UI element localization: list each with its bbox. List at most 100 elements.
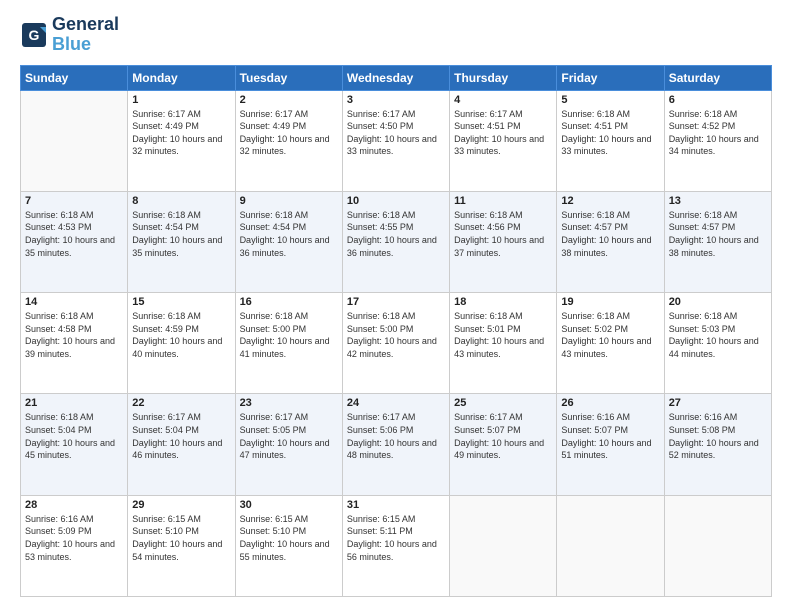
calendar-cell: 10Sunrise: 6:18 AM Sunset: 4:55 PM Dayli…	[342, 191, 449, 292]
day-number: 27	[669, 397, 767, 409]
calendar-cell: 8 Sunrise: 6:18 AM Sunset: 4:54 PM Daylig…	[128, 191, 235, 292]
calendar-cell: 3Sunrise: 6:17 AM Sunset: 4:50 PM Daylig…	[342, 90, 449, 191]
calendar-cell: 5Sunrise: 6:18 AM Sunset: 4:51 PM Daylig…	[557, 90, 664, 191]
day-info: Sunrise: 6:18 AM Sunset: 4:52 PM Dayligh…	[669, 108, 767, 158]
calendar-cell	[664, 495, 771, 596]
calendar-cell: 1 Sunrise: 6:17 AM Sunset: 4:49 PM Daylig…	[128, 90, 235, 191]
calendar-header-row: SundayMondayTuesdayWednesdayThursdayFrid…	[21, 65, 772, 90]
header: G GeneralBlue	[20, 15, 772, 55]
calendar-cell: 29 Sunrise: 6:15 AM Sunset: 5:10 PM Dayli…	[128, 495, 235, 596]
calendar-cell: 22Sunrise: 6:17 AM Sunset: 5:04 PM Dayli…	[128, 394, 235, 495]
day-info: Sunrise: 6:18 AM Sunset: 4:57 PM Dayligh…	[669, 209, 767, 259]
calendar-cell: 27 Sunrise: 6:16 AM Sunset: 5:08 PM Dayli…	[664, 394, 771, 495]
day-number: 4	[454, 94, 552, 106]
calendar-week-row: 28 Sunrise: 6:16 AM Sunset: 5:09 PM Dayli…	[21, 495, 772, 596]
calendar-cell: 4Sunrise: 6:17 AM Sunset: 4:51 PM Daylig…	[450, 90, 557, 191]
day-number: 10	[347, 195, 445, 207]
calendar-cell	[450, 495, 557, 596]
calendar-cell: 16 Sunrise: 6:18 AM Sunset: 5:00 PM Dayli…	[235, 293, 342, 394]
calendar-cell: 20 Sunrise: 6:18 AM Sunset: 5:03 PM Dayli…	[664, 293, 771, 394]
day-info: Sunrise: 6:17 AM Sunset: 5:06 PM Dayligh…	[347, 411, 445, 461]
day-number: 14	[25, 296, 123, 308]
calendar-week-row: 1 Sunrise: 6:17 AM Sunset: 4:49 PM Daylig…	[21, 90, 772, 191]
calendar-cell: 11 Sunrise: 6:18 AM Sunset: 4:56 PM Dayli…	[450, 191, 557, 292]
day-info: Sunrise: 6:16 AM Sunset: 5:08 PM Dayligh…	[669, 411, 767, 461]
weekday-header: Wednesday	[342, 65, 449, 90]
day-number: 31	[347, 499, 445, 511]
day-info: Sunrise: 6:17 AM Sunset: 5:07 PM Dayligh…	[454, 411, 552, 461]
calendar-cell: 6Sunrise: 6:18 AM Sunset: 4:52 PM Daylig…	[664, 90, 771, 191]
logo: G GeneralBlue	[20, 15, 119, 55]
calendar-week-row: 21 Sunrise: 6:18 AM Sunset: 5:04 PM Dayli…	[21, 394, 772, 495]
day-info: Sunrise: 6:17 AM Sunset: 4:49 PM Dayligh…	[132, 108, 230, 158]
day-info: Sunrise: 6:18 AM Sunset: 5:04 PM Dayligh…	[25, 411, 123, 461]
day-info: Sunrise: 6:18 AM Sunset: 5:00 PM Dayligh…	[347, 310, 445, 360]
calendar-cell: 17 Sunrise: 6:18 AM Sunset: 5:00 PM Dayli…	[342, 293, 449, 394]
day-number: 22	[132, 397, 230, 409]
calendar-cell: 9Sunrise: 6:18 AM Sunset: 4:54 PM Daylig…	[235, 191, 342, 292]
calendar-cell: 28 Sunrise: 6:16 AM Sunset: 5:09 PM Dayli…	[21, 495, 128, 596]
calendar-week-row: 7 Sunrise: 6:18 AM Sunset: 4:53 PM Daylig…	[21, 191, 772, 292]
day-number: 13	[669, 195, 767, 207]
day-info: Sunrise: 6:18 AM Sunset: 4:58 PM Dayligh…	[25, 310, 123, 360]
day-info: Sunrise: 6:18 AM Sunset: 4:59 PM Dayligh…	[132, 310, 230, 360]
day-number: 18	[454, 296, 552, 308]
day-info: Sunrise: 6:16 AM Sunset: 5:09 PM Dayligh…	[25, 513, 123, 563]
day-number: 11	[454, 195, 552, 207]
day-info: Sunrise: 6:15 AM Sunset: 5:11 PM Dayligh…	[347, 513, 445, 563]
weekday-header: Thursday	[450, 65, 557, 90]
day-number: 16	[240, 296, 338, 308]
logo-text: GeneralBlue	[52, 15, 119, 55]
calendar-cell: 13 Sunrise: 6:18 AM Sunset: 4:57 PM Dayli…	[664, 191, 771, 292]
day-number: 19	[561, 296, 659, 308]
day-info: Sunrise: 6:17 AM Sunset: 5:05 PM Dayligh…	[240, 411, 338, 461]
day-info: Sunrise: 6:18 AM Sunset: 4:56 PM Dayligh…	[454, 209, 552, 259]
calendar-cell: 24Sunrise: 6:17 AM Sunset: 5:06 PM Dayli…	[342, 394, 449, 495]
weekday-header: Tuesday	[235, 65, 342, 90]
day-number: 26	[561, 397, 659, 409]
day-info: Sunrise: 6:15 AM Sunset: 5:10 PM Dayligh…	[132, 513, 230, 563]
day-info: Sunrise: 6:18 AM Sunset: 4:53 PM Dayligh…	[25, 209, 123, 259]
calendar-cell: 30 Sunrise: 6:15 AM Sunset: 5:10 PM Dayli…	[235, 495, 342, 596]
day-number: 25	[454, 397, 552, 409]
day-info: Sunrise: 6:15 AM Sunset: 5:10 PM Dayligh…	[240, 513, 338, 563]
calendar-cell: 12 Sunrise: 6:18 AM Sunset: 4:57 PM Dayli…	[557, 191, 664, 292]
day-info: Sunrise: 6:17 AM Sunset: 4:49 PM Dayligh…	[240, 108, 338, 158]
calendar-cell: 14 Sunrise: 6:18 AM Sunset: 4:58 PM Dayli…	[21, 293, 128, 394]
day-number: 8	[132, 195, 230, 207]
logo-icon: G	[20, 21, 48, 49]
day-info: Sunrise: 6:18 AM Sunset: 4:54 PM Dayligh…	[132, 209, 230, 259]
day-info: Sunrise: 6:18 AM Sunset: 4:57 PM Dayligh…	[561, 209, 659, 259]
weekday-header: Monday	[128, 65, 235, 90]
calendar-cell: 31 Sunrise: 6:15 AM Sunset: 5:11 PM Dayli…	[342, 495, 449, 596]
day-number: 1	[132, 94, 230, 106]
page: G GeneralBlue SundayMondayTuesdayWednesd…	[0, 0, 792, 612]
calendar-cell: 19 Sunrise: 6:18 AM Sunset: 5:02 PM Dayli…	[557, 293, 664, 394]
day-number: 3	[347, 94, 445, 106]
day-number: 9	[240, 195, 338, 207]
calendar-table: SundayMondayTuesdayWednesdayThursdayFrid…	[20, 65, 772, 597]
day-number: 17	[347, 296, 445, 308]
day-number: 7	[25, 195, 123, 207]
weekday-header: Saturday	[664, 65, 771, 90]
day-info: Sunrise: 6:18 AM Sunset: 5:01 PM Dayligh…	[454, 310, 552, 360]
day-info: Sunrise: 6:18 AM Sunset: 5:00 PM Dayligh…	[240, 310, 338, 360]
calendar-cell: 18 Sunrise: 6:18 AM Sunset: 5:01 PM Dayli…	[450, 293, 557, 394]
day-number: 15	[132, 296, 230, 308]
day-info: Sunrise: 6:16 AM Sunset: 5:07 PM Dayligh…	[561, 411, 659, 461]
day-number: 2	[240, 94, 338, 106]
calendar-cell: 21 Sunrise: 6:18 AM Sunset: 5:04 PM Dayli…	[21, 394, 128, 495]
day-info: Sunrise: 6:18 AM Sunset: 5:03 PM Dayligh…	[669, 310, 767, 360]
day-number: 23	[240, 397, 338, 409]
calendar-cell: 26 Sunrise: 6:16 AM Sunset: 5:07 PM Dayli…	[557, 394, 664, 495]
day-info: Sunrise: 6:18 AM Sunset: 5:02 PM Dayligh…	[561, 310, 659, 360]
day-number: 12	[561, 195, 659, 207]
day-number: 20	[669, 296, 767, 308]
weekday-header: Friday	[557, 65, 664, 90]
day-number: 29	[132, 499, 230, 511]
day-number: 5	[561, 94, 659, 106]
day-number: 21	[25, 397, 123, 409]
day-number: 28	[25, 499, 123, 511]
day-number: 30	[240, 499, 338, 511]
calendar-cell: 23 Sunrise: 6:17 AM Sunset: 5:05 PM Dayli…	[235, 394, 342, 495]
